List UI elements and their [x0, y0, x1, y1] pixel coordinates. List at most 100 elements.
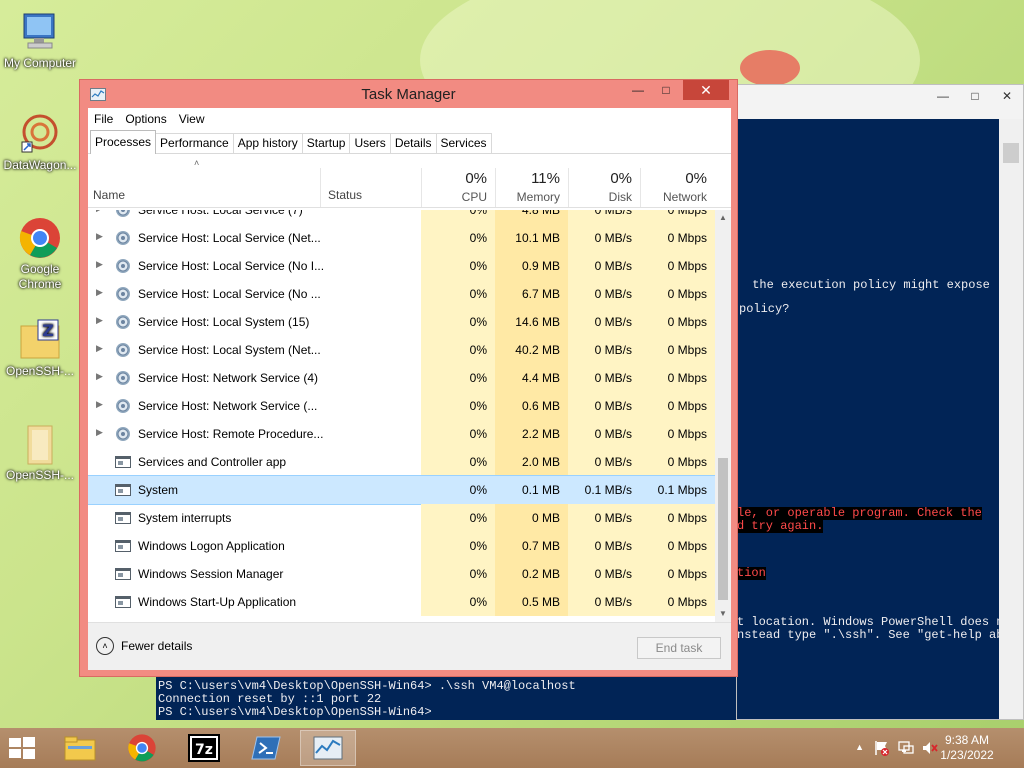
column-divider[interactable] — [320, 168, 321, 207]
column-header-network[interactable]: 0% Network — [640, 154, 715, 208]
console-line: the execution policy might expose — [745, 278, 990, 292]
close-icon[interactable]: ✕ — [683, 80, 729, 100]
expand-chevron-icon[interactable]: ▶ — [96, 399, 103, 410]
gear-icon — [115, 398, 131, 414]
column-header-status[interactable]: Status — [328, 188, 362, 202]
expand-chevron-icon[interactable]: ▶ — [96, 287, 103, 298]
process-row[interactable]: ▶ Service Host: Local System (15) 0% 14.6 M… — [88, 308, 715, 336]
menu-options[interactable]: Options — [125, 112, 166, 126]
process-row[interactable]: ▶ Service Host: Local Service (7) 0%4.8 MB… — [88, 210, 715, 224]
menu-view[interactable]: View — [179, 112, 205, 126]
tab-startup[interactable]: Startup — [301, 133, 351, 153]
tab-app-history[interactable]: App history — [232, 133, 303, 153]
7zip-icon: 7z — [188, 734, 220, 762]
clock-date: 1/23/2022 — [940, 748, 994, 762]
taskbar-powershell[interactable] — [238, 730, 294, 766]
column-header-cpu[interactable]: 0% CPU — [421, 154, 495, 208]
expand-chevron-icon[interactable]: ▶ — [96, 210, 103, 214]
maximize-icon[interactable]: □ — [959, 85, 991, 107]
scrollbar-thumb[interactable] — [718, 458, 728, 600]
process-row[interactable]: System interrupts 0% 0 MB 0 MB/s 0 Mbps — [88, 504, 715, 532]
network-label: Network — [662, 190, 707, 204]
process-row[interactable]: System 0% 0.1 MB 0.1 MB/s 0.1 Mbps — [88, 475, 715, 505]
powershell-console[interactable]: the execution policy might expose policy… — [737, 119, 1003, 719]
powershell-scrollbar[interactable] — [999, 119, 1023, 719]
desktop-icon-datawagon[interactable]: DataWagon... — [0, 112, 80, 173]
taskbar-google-chrome[interactable] — [114, 730, 170, 766]
expand-chevron-icon[interactable]: ▶ — [96, 371, 103, 382]
task-manager-titlebar[interactable]: Task Manager — □ ✕ — [80, 80, 737, 108]
tab-users[interactable]: Users — [349, 133, 391, 153]
tab-services[interactable]: Services — [435, 133, 492, 153]
process-cpu: 0% — [421, 308, 495, 336]
process-list[interactable]: ▶Service Host: Local Service (7)0%4.8 MB… — [88, 210, 715, 622]
process-row[interactable]: ▶ Service Host: Local Service (Net... 0% 10… — [88, 224, 715, 252]
column-header-memory[interactable]: 11% Memory — [495, 154, 568, 208]
process-cpu: 0% — [421, 224, 495, 252]
taskbar-clock[interactable]: 9:38 AM 1/23/2022 — [932, 733, 1002, 763]
powershell-console-bottom[interactable]: PS C:\users\vm4\Desktop\OpenSSH-Win64> .… — [156, 680, 736, 720]
desktop-icon-google-chrome[interactable]: Google Chrome — [0, 216, 80, 292]
taskbar-file-explorer[interactable] — [52, 730, 108, 766]
expand-chevron-icon[interactable]: ▶ — [96, 231, 103, 242]
column-header-disk[interactable]: 0% Disk — [568, 154, 640, 208]
process-name: Service Host: Local Service (7) — [138, 210, 303, 217]
network-icon[interactable] — [898, 740, 914, 756]
tab-performance[interactable]: Performance — [155, 133, 234, 153]
action-center-icon[interactable] — [874, 740, 890, 756]
task-manager-window[interactable]: Task Manager — □ ✕ File Options View Pro… — [79, 79, 738, 677]
process-row[interactable]: ▶ Service Host: Local Service (No I... 0% 0… — [88, 252, 715, 280]
maximize-icon[interactable]: □ — [653, 80, 679, 100]
process-cpu: 0% — [469, 483, 487, 497]
process-network: 0 Mbps — [640, 280, 715, 308]
desktop-icon-openssh-folder[interactable]: OpenSSH-... — [0, 422, 80, 483]
scrollbar-thumb[interactable] — [1003, 143, 1019, 163]
process-network: 0 Mbps — [640, 420, 715, 448]
process-row[interactable]: Windows Session Manager 0% 0.2 MB 0 MB/s 0 M… — [88, 560, 715, 588]
process-list-scrollbar[interactable]: ▲ ▼ — [715, 210, 731, 622]
process-cpu: 0% — [421, 560, 495, 588]
process-disk: 0 MB/s — [568, 280, 640, 308]
expand-chevron-icon[interactable]: ▶ — [96, 343, 103, 354]
process-memory: 0.7 MB — [495, 532, 568, 560]
column-header-name[interactable]: Name — [93, 188, 125, 202]
powershell-window[interactable]: — □ ✕ the execution policy might expose … — [736, 84, 1024, 720]
process-row[interactable]: Windows Logon Application 0% 0.7 MB 0 MB/s 0… — [88, 532, 715, 560]
process-name: Windows Logon Application — [138, 539, 285, 553]
process-row[interactable]: Windows Start-Up Application 0% 0.5 MB 0 MB… — [88, 588, 715, 616]
scroll-down-icon[interactable]: ▼ — [715, 606, 731, 622]
system-tray: ▲ 9:38 AM 1/23/2022 — [824, 728, 1024, 768]
process-memory: 4.4 MB — [495, 364, 568, 392]
process-row[interactable]: ▶ Service Host: Network Service (... 0% 0.6… — [88, 392, 715, 420]
process-row[interactable]: ▶ Service Host: Network Service (4) 0% 4.4 … — [88, 364, 715, 392]
desktop-icon-openssh-zip[interactable]: Z OpenSSH-... — [0, 318, 80, 379]
minimize-icon[interactable]: — — [927, 85, 959, 107]
process-row[interactable]: ▶ Service Host: Local System (Net... 0% 40.… — [88, 336, 715, 364]
expand-chevron-icon[interactable]: ▶ — [96, 259, 103, 270]
process-row[interactable]: ▶ Service Host: Remote Procedure... 0% 2.2 … — [88, 420, 715, 448]
taskbar-task-manager[interactable] — [300, 730, 356, 766]
wallpaper-flower — [740, 50, 800, 86]
process-row[interactable]: Services and Controller app 0% 2.0 MB 0 MB/… — [88, 448, 715, 476]
minimize-icon[interactable]: — — [625, 80, 651, 100]
tab-processes[interactable]: Processes — [90, 130, 157, 154]
show-hidden-icons-icon[interactable]: ▲ — [855, 742, 864, 752]
fewer-details-button[interactable]: ˄ Fewer details — [96, 637, 192, 655]
process-disk: 0 MB/s — [568, 336, 640, 364]
windows-logo-icon — [9, 737, 35, 759]
process-row[interactable]: ▶ Service Host: Local Service (No ... 0% 6.… — [88, 280, 715, 308]
end-task-button[interactable]: End task — [637, 637, 721, 659]
cpu-label: CPU — [461, 190, 487, 204]
powershell-titlebar[interactable]: — □ ✕ — [737, 85, 1023, 119]
close-icon[interactable]: ✕ — [991, 85, 1023, 107]
taskbar-7zip[interactable]: 7z — [176, 730, 232, 766]
start-button[interactable] — [8, 736, 36, 760]
process-name: Service Host: Remote Procedure... — [138, 427, 324, 441]
expand-chevron-icon[interactable]: ▶ — [96, 315, 103, 326]
menu-file[interactable]: File — [94, 112, 113, 126]
process-network: 0 Mbps — [640, 336, 715, 364]
tab-details[interactable]: Details — [389, 133, 437, 153]
scroll-up-icon[interactable]: ▲ — [715, 210, 731, 226]
expand-chevron-icon[interactable]: ▶ — [96, 427, 103, 438]
desktop-icon-my-computer[interactable]: My Computer — [0, 10, 80, 71]
